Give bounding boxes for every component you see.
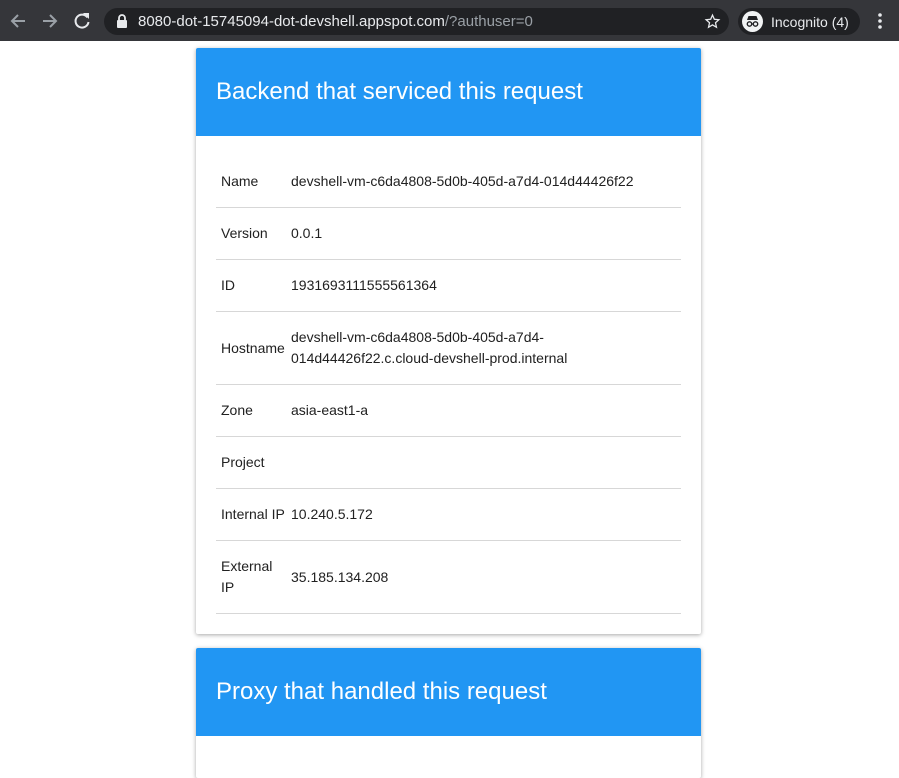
table-row: Zone asia-east1-a <box>216 385 681 437</box>
row-value-internal-ip: 10.240.5.172 <box>291 506 373 522</box>
incognito-icon <box>742 11 763 32</box>
row-key-external-ip: External IP <box>221 558 273 595</box>
backend-card-title: Backend that serviced this request <box>216 78 583 105</box>
browser-toolbar: 8080-dot-15745094-dot-devshell.appspot.c… <box>0 0 899 41</box>
url-path: /?authuser=0 <box>444 13 533 30</box>
backend-card: Backend that serviced this request Name … <box>196 48 701 634</box>
row-key-project: Project <box>221 454 265 470</box>
table-row: Internal IP 10.240.5.172 <box>216 489 681 541</box>
back-arrow-icon[interactable] <box>7 10 29 32</box>
forward-arrow-icon[interactable] <box>39 10 61 32</box>
row-key-id: ID <box>221 277 235 293</box>
bookmark-star-icon[interactable] <box>704 13 721 35</box>
proxy-card-header: Proxy that handled this request <box>196 648 701 736</box>
table-row: Hostname devshell-vm-c6da4808-5d0b-405d-… <box>216 312 681 385</box>
row-value-version: 0.0.1 <box>291 225 323 241</box>
row-value-name: devshell-vm-c6da4808-5d0b-405d-a7d4-014d… <box>291 173 634 189</box>
table-row: Version 0.0.1 <box>216 208 681 260</box>
row-value-hostname: devshell-vm-c6da4808-5d0b-405d-a7d4-014d… <box>291 329 568 366</box>
row-key-hostname: Hostname <box>221 339 285 356</box>
backend-card-header: Backend that serviced this request <box>196 48 701 136</box>
lock-icon[interactable] <box>116 14 128 34</box>
incognito-label: Incognito (4) <box>771 14 849 30</box>
backend-info-table: Name devshell-vm-c6da4808-5d0b-405d-a7d4… <box>196 136 701 634</box>
row-value-external-ip: 35.185.134.208 <box>291 568 389 585</box>
url-text: 8080-dot-15745094-dot-devshell.appspot.c… <box>138 13 533 30</box>
row-key-zone: Zone <box>221 402 253 418</box>
proxy-card-title: Proxy that handled this request <box>216 678 547 705</box>
address-bar[interactable]: 8080-dot-15745094-dot-devshell.appspot.c… <box>104 8 729 35</box>
table-row: ID 1931693111555561364 <box>216 260 681 312</box>
table-row: Project <box>216 437 681 489</box>
reload-icon[interactable] <box>71 10 93 32</box>
url-host: 8080-dot-15745094-dot-devshell.appspot.c… <box>138 13 445 30</box>
more-menu-icon[interactable] <box>870 10 890 32</box>
incognito-indicator[interactable]: Incognito (4) <box>738 8 860 35</box>
row-key-internal-ip: Internal IP <box>221 506 285 522</box>
proxy-card: Proxy that handled this request <box>196 648 701 778</box>
row-value-zone: asia-east1-a <box>291 402 369 418</box>
row-value-id: 1931693111555561364 <box>291 277 437 293</box>
table-row: Name devshell-vm-c6da4808-5d0b-405d-a7d4… <box>216 156 681 208</box>
row-key-version: Version <box>221 225 268 241</box>
table-row: External IP 35.185.134.208 <box>216 541 681 614</box>
row-key-name: Name <box>221 173 259 189</box>
